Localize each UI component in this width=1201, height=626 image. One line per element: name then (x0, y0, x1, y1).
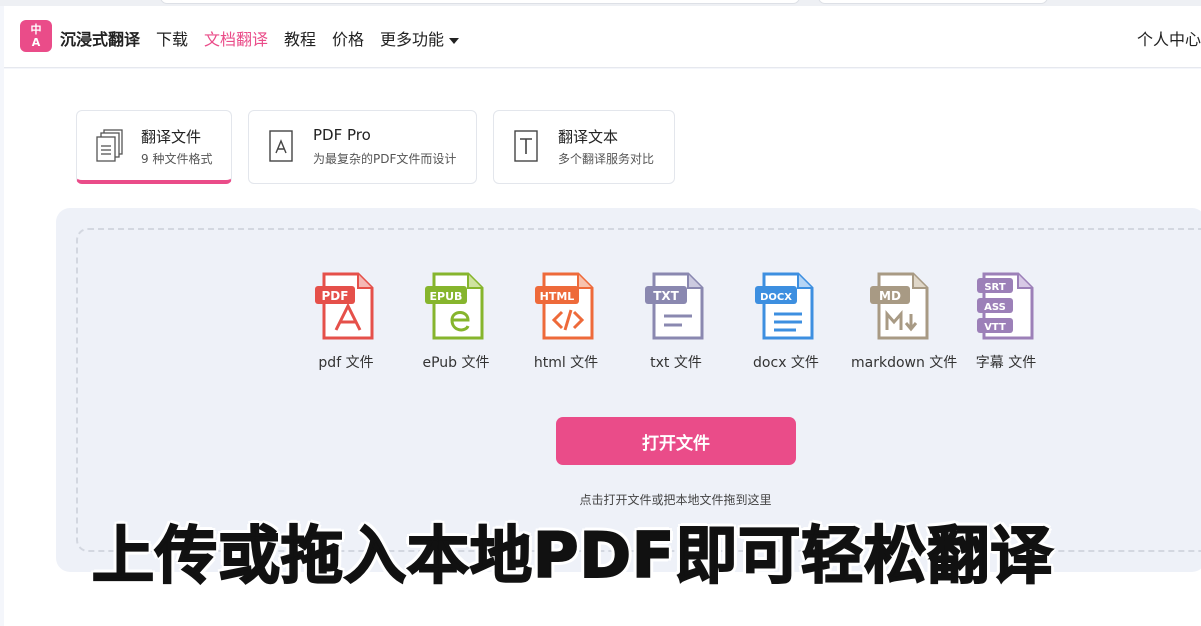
format-label: markdown 文件 (851, 355, 958, 371)
format-label: txt 文件 (650, 355, 702, 371)
tab-title: PDF Pro (313, 126, 371, 144)
svg-text:TXT: TXT (653, 289, 679, 303)
address-bar-edge[interactable] (160, 0, 800, 4)
format-epub: EPUB ePub 文件 (411, 270, 501, 372)
format-label: pdf 文件 (318, 355, 374, 371)
tab-subtitle: 9 种文件格式 (141, 152, 213, 166)
format-html: HTML html 文件 (521, 270, 611, 372)
format-label: ePub 文件 (422, 355, 490, 371)
svg-text:VTT: VTT (984, 322, 1006, 333)
format-subtitle: SRT ASS VTT 字幕 文件 (961, 270, 1051, 372)
format-markdown: MD markdown 文件 (851, 270, 958, 372)
tab-pdf-pro[interactable]: PDF Pro 为最复杂的PDF文件而设计 (248, 110, 477, 184)
nav-user-center[interactable]: 个人中心 (1137, 26, 1201, 50)
svg-text:ASS: ASS (984, 302, 1006, 313)
nav-more-label: 更多功能 (380, 30, 445, 49)
file-stack-icon (96, 129, 123, 162)
tab-title: 翻译文件 (141, 128, 202, 146)
svg-text:PDF: PDF (322, 289, 349, 303)
format-pdf: PDF pdf 文件 (301, 270, 391, 372)
open-file-button[interactable]: 打开文件 (556, 417, 796, 465)
format-label: html 文件 (533, 355, 599, 371)
docx-icon: DOCX (755, 272, 814, 340)
top-navbar: 中A 沉浸式翻译 下载 文档翻译 教程 价格 更多功能 个人中心 (4, 6, 1201, 68)
svg-text:DOCX: DOCX (760, 292, 792, 303)
epub-icon: EPUB (425, 272, 484, 340)
subtitle-icon: SRT ASS VTT (977, 272, 1034, 340)
svg-text:EPUB: EPUB (430, 290, 463, 303)
chevron-down-icon (449, 37, 460, 44)
txt-icon: TXT (645, 272, 704, 340)
text-file-icon (514, 130, 538, 162)
tab-subtitle: 多个翻译服务对比 (558, 152, 655, 166)
tab-translate-file[interactable]: 翻译文件 9 种文件格式 (76, 110, 232, 184)
html-icon: HTML (535, 272, 594, 340)
format-txt: TXT txt 文件 (631, 270, 721, 372)
nav-tutorial[interactable]: 教程 (284, 26, 316, 50)
markdown-icon: MD (870, 272, 929, 340)
tab-subtitle: 为最复杂的PDF文件而设计 (313, 152, 457, 166)
format-label: docx 文件 (753, 355, 819, 371)
format-docx: DOCX docx 文件 (741, 270, 831, 372)
nav-download[interactable]: 下载 (156, 26, 188, 50)
search-bar-edge[interactable] (818, 0, 1048, 4)
pdf-file-icon (269, 130, 293, 162)
video-caption-overlay: 上传或拖入本地PDF即可轻松翻译 (91, 518, 1054, 593)
nav-document-translate[interactable]: 文档翻译 (204, 26, 268, 50)
format-label: 字幕 文件 (975, 355, 1037, 371)
svg-text:MD: MD (879, 289, 901, 303)
app-logo-icon[interactable]: 中A (20, 20, 52, 52)
nav-more-features[interactable]: 更多功能 (380, 26, 460, 50)
svg-text:SRT: SRT (984, 282, 1005, 293)
svg-text:HTML: HTML (540, 290, 575, 303)
brand-name[interactable]: 沉浸式翻译 (60, 26, 140, 50)
tab-title: 翻译文本 (558, 128, 619, 146)
nav-pricing[interactable]: 价格 (332, 26, 364, 50)
tab-translate-text[interactable]: 翻译文本 多个翻译服务对比 (493, 110, 675, 184)
pdf-icon: PDF (315, 272, 374, 340)
